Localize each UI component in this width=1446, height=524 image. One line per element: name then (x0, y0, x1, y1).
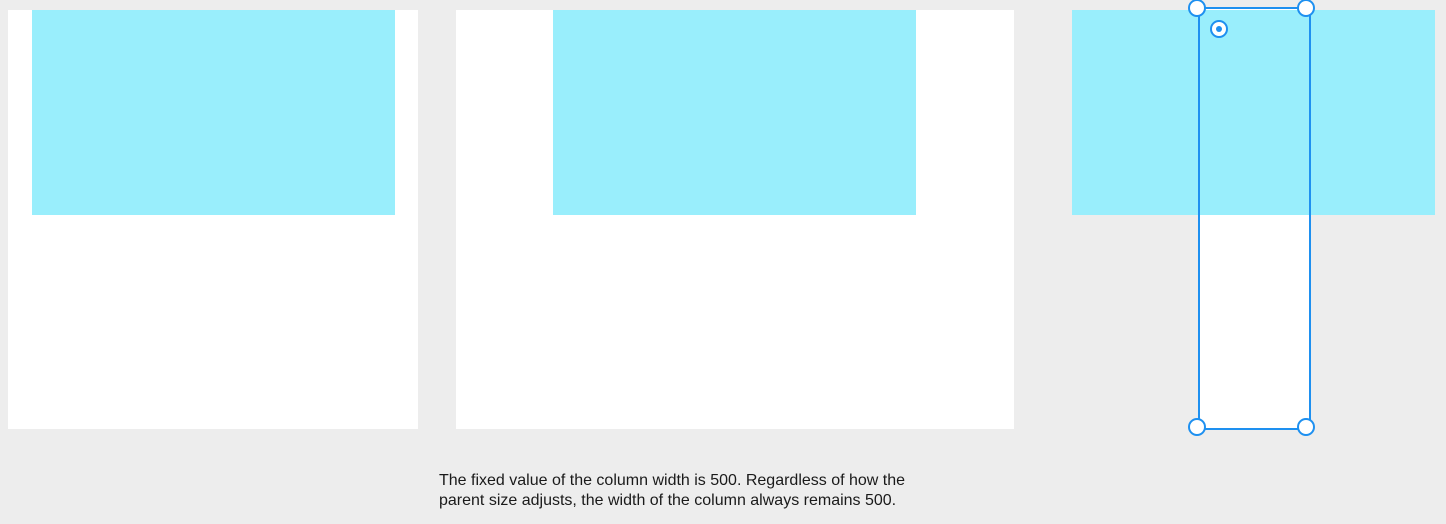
fixed-width-column (32, 10, 395, 215)
resize-handle-icon[interactable] (1297, 418, 1315, 436)
parent-frame-wide (456, 10, 1014, 429)
selection-outline[interactable] (1198, 7, 1311, 430)
resize-handle-icon[interactable] (1188, 418, 1206, 436)
target-icon[interactable] (1210, 20, 1228, 38)
caption-line-1: The fixed value of the column width is 5… (439, 472, 906, 489)
parent-frame-small (8, 10, 418, 429)
fixed-width-column (553, 10, 916, 215)
caption: The fixed value of the column width is 5… (439, 471, 1039, 511)
caption-line-2: parent size adjusts, the width of the co… (439, 492, 897, 509)
